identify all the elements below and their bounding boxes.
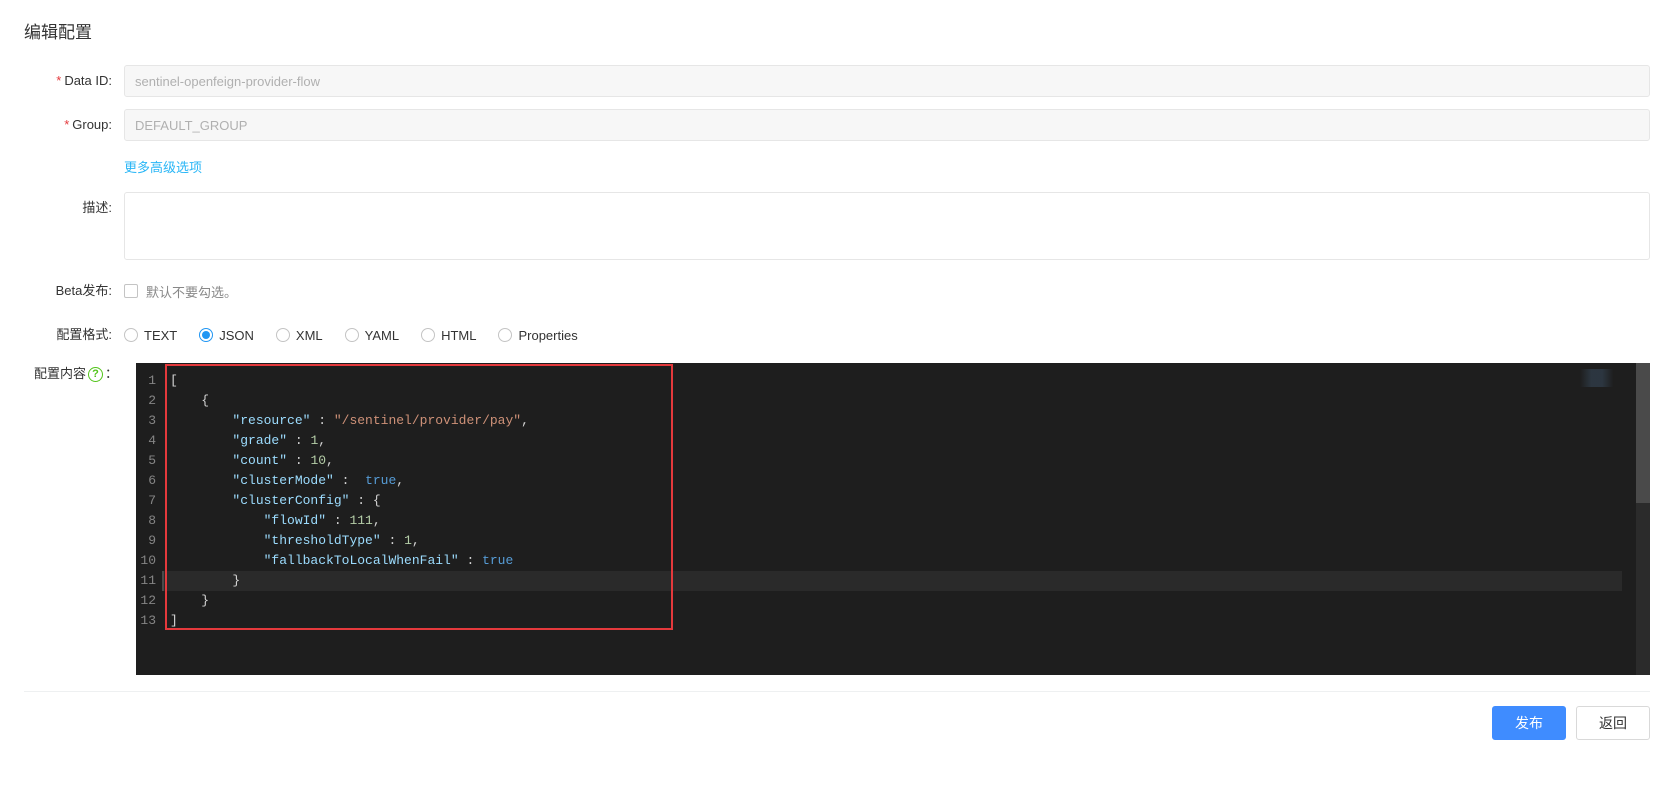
more-options-link[interactable]: 更多高级选项: [124, 153, 202, 180]
beta-checkbox[interactable]: [124, 284, 138, 298]
format-radio-json[interactable]: JSON: [199, 328, 254, 343]
editor-code[interactable]: [ { "resource" : "/sentinel/provider/pay…: [162, 363, 1650, 675]
label-group: *Group:: [24, 109, 124, 141]
publish-button[interactable]: 发布: [1492, 706, 1566, 740]
format-radio-xml[interactable]: XML: [276, 328, 323, 343]
editor-scrollbar[interactable]: [1636, 363, 1650, 675]
label-data-id: *Data ID:: [24, 65, 124, 97]
code-editor[interactable]: 1 2 3 4 5 6 7 8 9 10 11 12 13 [ { "resou…: [136, 363, 1650, 675]
description-textarea[interactable]: [124, 192, 1650, 260]
editor-gutter: 1 2 3 4 5 6 7 8 9 10 11 12 13: [136, 363, 162, 675]
beta-hint: 默认不要勾选。: [146, 282, 237, 301]
back-button[interactable]: 返回: [1576, 706, 1650, 740]
label-content: 配置内容?：: [24, 363, 124, 383]
format-radio-html[interactable]: HTML: [421, 328, 476, 343]
page-title: 编辑配置: [24, 18, 1650, 43]
label-format: 配置格式:: [24, 319, 124, 351]
format-radio-yaml[interactable]: YAML: [345, 328, 399, 343]
help-icon[interactable]: ?: [88, 367, 103, 382]
format-radio-properties[interactable]: Properties: [498, 328, 577, 343]
label-description: 描述:: [24, 192, 124, 224]
group-input[interactable]: [124, 109, 1650, 141]
format-radio-group: TEXT JSON XML YAML HTML Properties: [124, 319, 1650, 351]
label-beta: Beta发布:: [24, 275, 124, 307]
format-radio-text[interactable]: TEXT: [124, 328, 177, 343]
data-id-input[interactable]: [124, 65, 1650, 97]
